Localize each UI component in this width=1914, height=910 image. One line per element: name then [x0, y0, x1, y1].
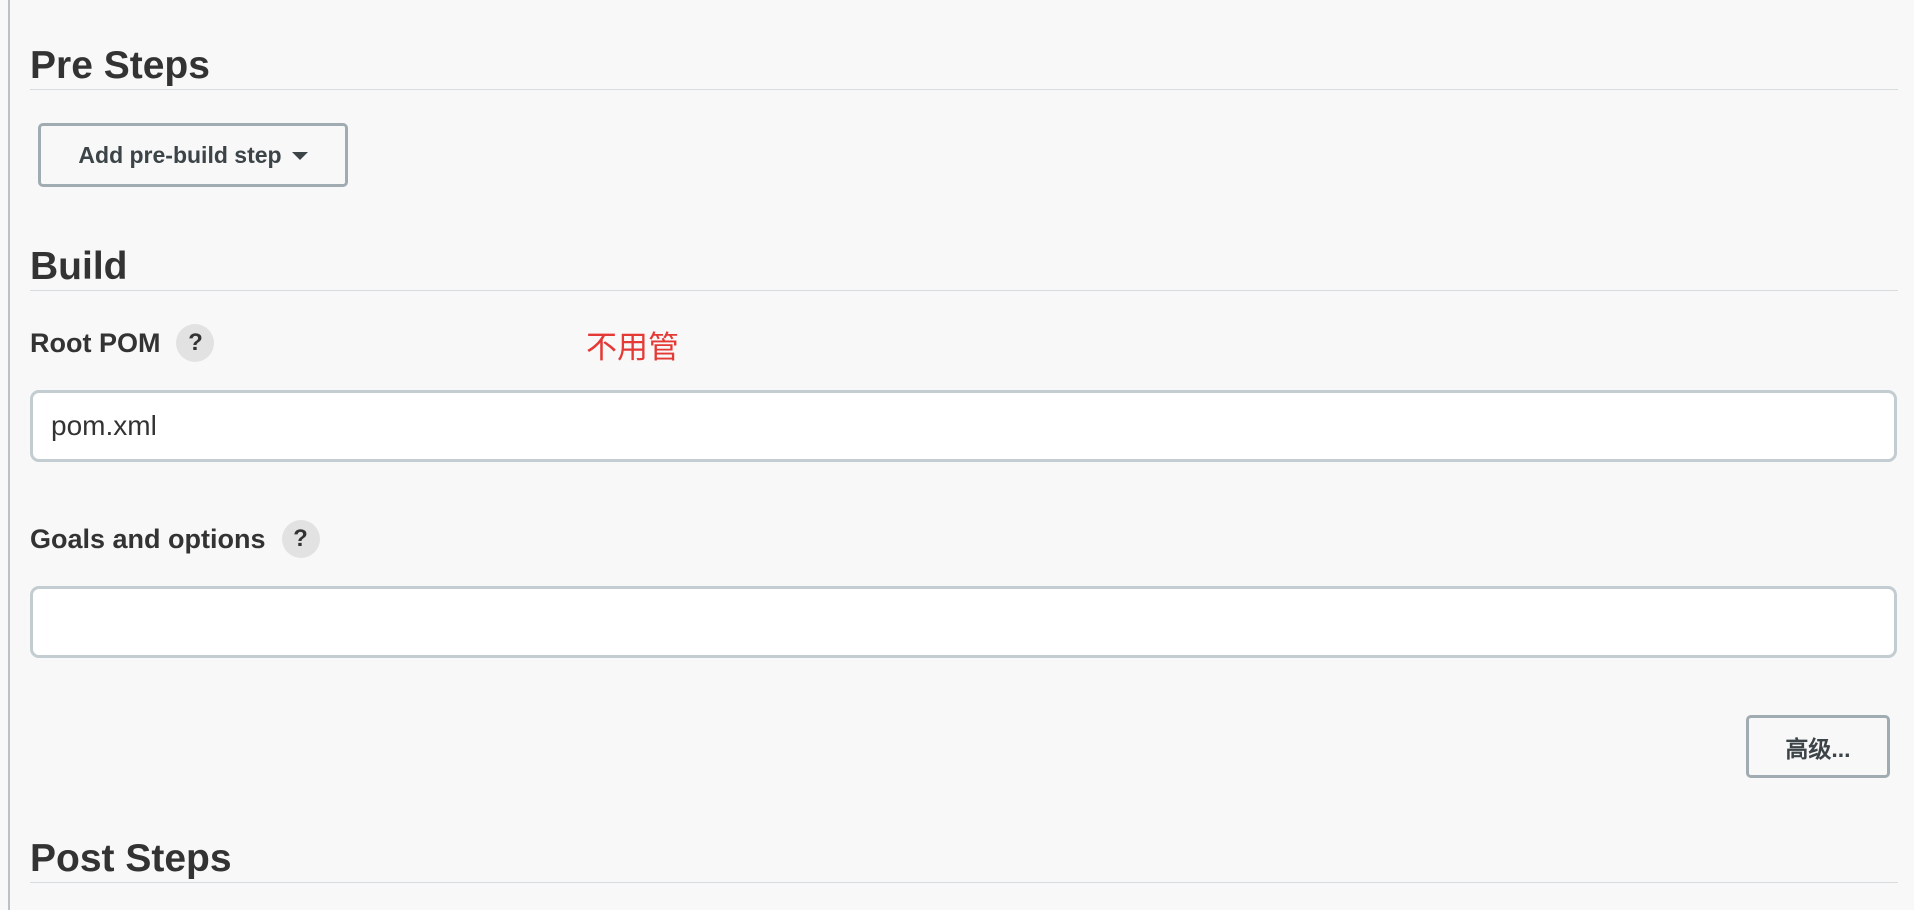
- root-pom-label-row: Root POM ?: [30, 324, 215, 362]
- annotation-text: 不用管: [586, 330, 679, 366]
- root-pom-input[interactable]: [30, 390, 1897, 462]
- goals-help-icon[interactable]: ?: [281, 520, 320, 558]
- advanced-button-label: 高级...: [1785, 735, 1851, 762]
- build-header: Build: [30, 244, 1898, 291]
- add-pre-build-step-button[interactable]: Add pre-build step: [38, 123, 348, 187]
- post-steps-header: Post Steps: [30, 836, 1898, 883]
- build-title: Build: [30, 245, 128, 288]
- add-pre-build-step-label: Add pre-build step: [78, 141, 282, 168]
- pre-steps-header: Pre Steps: [30, 43, 1898, 90]
- goals-label: Goals and options: [30, 523, 266, 554]
- pre-steps-title: Pre Steps: [30, 44, 210, 87]
- advanced-button[interactable]: 高级...: [1746, 715, 1890, 778]
- goals-input[interactable]: [30, 586, 1897, 658]
- post-steps-title: Post Steps: [30, 837, 232, 880]
- left-border-rule: [8, 0, 10, 910]
- chevron-down-icon: [291, 152, 308, 160]
- goals-label-row: Goals and options ?: [30, 520, 320, 558]
- root-pom-help-icon[interactable]: ?: [176, 324, 215, 362]
- root-pom-label: Root POM: [30, 327, 161, 358]
